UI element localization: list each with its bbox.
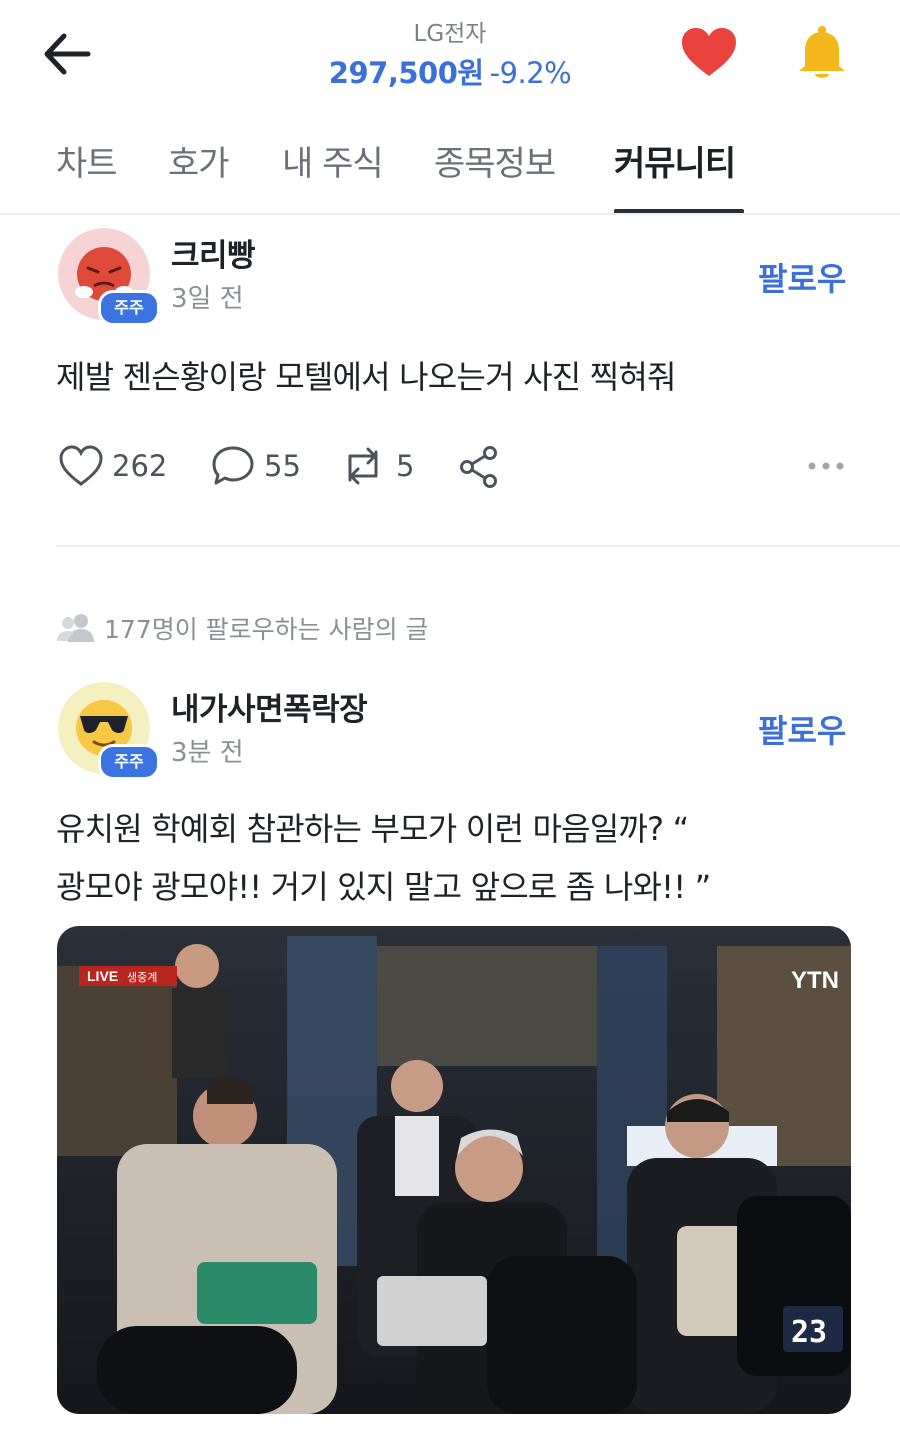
post-username[interactable]: 내가사면폭락장 — [171, 684, 368, 729]
stock-price-row: 297,500원 -9.2% — [0, 50, 900, 92]
tabs-divider — [0, 213, 900, 215]
repost-button[interactable]: 5 — [338, 444, 414, 488]
tab-stock-info[interactable]: 종목정보 — [434, 136, 556, 185]
live-label: LIVE — [87, 968, 118, 984]
stock-name: LG전자 — [413, 21, 487, 47]
tab-bar: 차트 호가 내 주식 종목정보 커뮤니티 — [0, 136, 900, 214]
bell-icon — [799, 26, 845, 78]
follow-note: 177명이 팔로우하는 사람의 글 — [56, 610, 429, 646]
like-count: 262 — [112, 449, 168, 483]
post-divider — [56, 545, 900, 547]
post-time: 3일 전 — [171, 284, 244, 314]
heart-outline-icon — [59, 445, 103, 486]
favorite-button[interactable] — [680, 26, 738, 80]
comment-icon — [212, 446, 254, 485]
comment-count: 55 — [264, 449, 301, 483]
post-time: 3분 전 — [171, 738, 244, 768]
more-dots-icon — [808, 462, 844, 470]
follow-button[interactable]: 팔로우 — [758, 706, 846, 752]
tab-orderbook[interactable]: 호가 — [168, 136, 230, 185]
notification-button[interactable] — [795, 24, 849, 82]
post-username[interactable]: 크리빵 — [171, 230, 256, 275]
follow-button[interactable]: 팔로우 — [758, 254, 846, 300]
broadcaster-logo: YTN — [791, 967, 839, 994]
more-options-button[interactable] — [804, 454, 848, 478]
tab-chart[interactable]: 차트 — [56, 136, 118, 185]
post-image[interactable]: LIVE 생중계 YTN 23 — [57, 926, 851, 1414]
share-button[interactable] — [456, 444, 502, 490]
stock-change: -9.2% — [489, 56, 572, 90]
like-button[interactable]: 262 — [58, 444, 167, 488]
people-icon — [57, 614, 94, 642]
repost-icon — [348, 447, 378, 485]
follow-note-text: 177명이 팔로우하는 사람의 글 — [104, 615, 429, 644]
shareholder-badge: 주주 — [98, 290, 160, 326]
post-text-line-2: 광모야 광모야!! 거기 있지 말고 앞으로 좀 나와!! ” — [56, 868, 711, 906]
shareholder-badge: 주주 — [98, 744, 160, 780]
post-text: 제발 젠슨황이랑 모텔에서 나오는거 사진 찍혀줘 — [56, 358, 676, 396]
stock-price: 297,500원 — [328, 56, 484, 90]
news-photo: LIVE 생중계 YTN 23 — [57, 926, 851, 1414]
live-sub-label: 생중계 — [127, 971, 157, 984]
tab-community[interactable]: 커뮤니티 — [614, 136, 736, 185]
camera-number: 23 — [791, 1315, 827, 1350]
heart-icon — [682, 28, 736, 76]
comment-button[interactable]: 55 — [210, 444, 301, 488]
tab-my-stock[interactable]: 내 주식 — [282, 136, 384, 185]
share-icon — [460, 446, 497, 488]
repost-count: 5 — [396, 449, 415, 483]
post-text-line-1: 유치원 학예회 참관하는 부모가 이런 마음일까? “ — [56, 810, 689, 848]
